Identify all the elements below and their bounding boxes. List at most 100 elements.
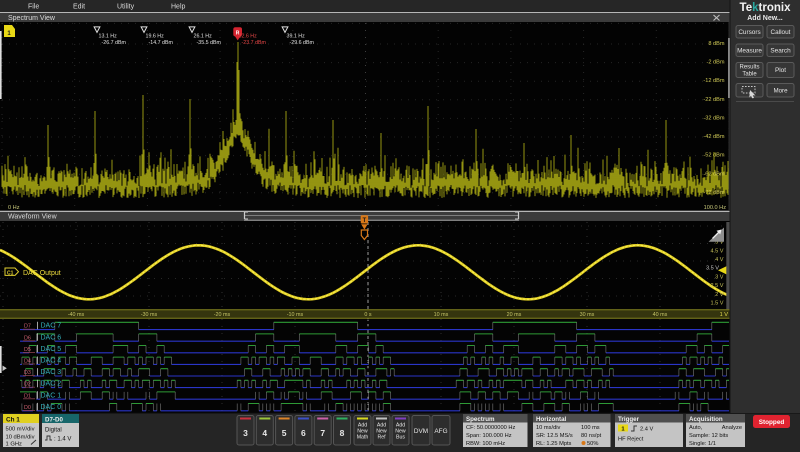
svg-text:2.4 V: 2.4 V xyxy=(640,427,653,433)
svg-text:10 ms/div: 10 ms/div xyxy=(536,425,560,431)
svg-text:CF: 50.0000000 Hz: CF: 50.0000000 Hz xyxy=(466,425,515,431)
svg-text:: 1.4 V: : 1.4 V xyxy=(54,437,71,443)
svg-text:RL: 1.25 Mpts: RL: 1.25 Mpts xyxy=(536,441,572,447)
svg-text:8 dBm: 8 dBm xyxy=(708,41,725,47)
svg-text:10 ms: 10 ms xyxy=(434,312,449,318)
svg-text:Results: Results xyxy=(739,65,759,71)
svg-text:Waveform View: Waveform View xyxy=(8,214,58,221)
svg-text:19.6 Hz: 19.6 Hz xyxy=(146,34,165,40)
svg-text:Digital: Digital xyxy=(45,428,62,434)
svg-text:6: 6 xyxy=(301,428,306,438)
svg-text:DAC 6: DAC 6 xyxy=(41,334,62,341)
svg-text:-35.5 dBm: -35.5 dBm xyxy=(197,40,222,46)
svg-text:-26.7 dBm: -26.7 dBm xyxy=(102,40,127,46)
svg-text:Acquisition: Acquisition xyxy=(689,416,723,423)
svg-text:0 Hz: 0 Hz xyxy=(8,205,20,211)
svg-text:DAC 0: DAC 0 xyxy=(41,404,62,411)
svg-text:Help: Help xyxy=(171,4,186,11)
svg-text:RBW: 100 mHz: RBW: 100 mHz xyxy=(466,441,505,447)
svg-text:Utility: Utility xyxy=(117,4,135,11)
svg-text:-14.7 dBm: -14.7 dBm xyxy=(149,40,174,46)
svg-text:-30 ms: -30 ms xyxy=(141,312,158,318)
svg-text:File: File xyxy=(28,4,39,11)
svg-text:-20 ms: -20 ms xyxy=(214,312,231,318)
svg-text:Ref: Ref xyxy=(377,435,386,441)
svg-text:20 ms: 20 ms xyxy=(507,312,522,318)
svg-text:SR: 12.5 MS/s: SR: 12.5 MS/s xyxy=(536,433,573,439)
svg-text:26.1 Hz: 26.1 Hz xyxy=(194,34,213,40)
svg-text:C1: C1 xyxy=(7,270,14,276)
svg-text:1.5 V: 1.5 V xyxy=(710,301,723,307)
svg-text:-42 dBm: -42 dBm xyxy=(703,134,724,140)
svg-text:-23.7 dBm: -23.7 dBm xyxy=(242,40,267,46)
svg-text:HF Reject: HF Reject xyxy=(618,437,644,443)
svg-text:4.5 V: 4.5 V xyxy=(710,248,723,254)
svg-text:30 ms: 30 ms xyxy=(580,312,595,318)
svg-text:80 ns/pt: 80 ns/pt xyxy=(581,433,602,439)
svg-text:DAC 1: DAC 1 xyxy=(41,392,62,399)
svg-text:3 V: 3 V xyxy=(715,274,724,280)
svg-text:Sample: 12 bits: Sample: 12 bits xyxy=(689,433,728,439)
svg-text:-72 dBm: -72 dBm xyxy=(703,190,724,196)
svg-text:Edit: Edit xyxy=(73,4,85,11)
svg-text:DAC 5: DAC 5 xyxy=(41,346,62,353)
svg-text:Bus: Bus xyxy=(396,435,405,441)
svg-text:Analyze: Analyze xyxy=(722,425,742,431)
svg-text:0 s: 0 s xyxy=(364,312,371,318)
svg-text:Tektronix: Tektronix xyxy=(740,2,792,14)
svg-text:Trigger: Trigger xyxy=(618,416,640,423)
svg-text:DAC 3: DAC 3 xyxy=(41,369,62,376)
svg-text:Span: 100.000 Hz: Span: 100.000 Hz xyxy=(466,433,512,439)
svg-text:Plot: Plot xyxy=(775,67,786,74)
svg-text:100.0 Hz: 100.0 Hz xyxy=(704,205,727,211)
svg-text:More: More xyxy=(773,87,788,94)
svg-text:500 mV/div: 500 mV/div xyxy=(6,427,35,433)
svg-text:4 V: 4 V xyxy=(715,257,724,263)
svg-text:2.5 V: 2.5 V xyxy=(710,283,723,289)
svg-text:Math: Math xyxy=(357,435,369,441)
svg-text:AFG: AFG xyxy=(434,428,447,435)
svg-text:-22 dBm: -22 dBm xyxy=(703,97,724,103)
svg-text:13.1 Hz: 13.1 Hz xyxy=(99,34,118,40)
svg-text:10 dBm/div: 10 dBm/div xyxy=(6,435,35,441)
svg-text:DAC 4: DAC 4 xyxy=(41,358,62,365)
svg-text:Auto,: Auto, xyxy=(689,425,703,431)
svg-text:2 V: 2 V xyxy=(715,292,724,298)
svg-text:Horizontal: Horizontal xyxy=(536,416,567,423)
svg-text:-12 dBm: -12 dBm xyxy=(703,78,724,84)
svg-text:Table: Table xyxy=(742,72,757,78)
svg-text:-52 dBm: -52 dBm xyxy=(703,153,724,159)
svg-text:32.6 Hz: 32.6 Hz xyxy=(239,34,258,40)
svg-text:1 GHz: 1 GHz xyxy=(6,442,23,448)
svg-text:-40 ms: -40 ms xyxy=(68,312,85,318)
svg-text:Single: 1/1: Single: 1/1 xyxy=(689,441,716,447)
svg-text:1 V: 1 V xyxy=(720,312,729,318)
svg-text:Ch 1: Ch 1 xyxy=(6,416,20,423)
svg-text:-2 dBm: -2 dBm xyxy=(706,60,724,66)
svg-text:-29.6 dBm: -29.6 dBm xyxy=(290,40,315,46)
svg-text:Add New...: Add New... xyxy=(747,15,783,22)
svg-text:100 ms: 100 ms xyxy=(581,425,600,431)
svg-text:DAC Output: DAC Output xyxy=(23,270,61,277)
svg-text:3: 3 xyxy=(243,428,248,438)
svg-text:Measure: Measure xyxy=(737,48,762,55)
svg-text:-10 ms: -10 ms xyxy=(287,312,304,318)
svg-text:-62 dBm: -62 dBm xyxy=(703,171,724,177)
svg-text:3.5 V: 3.5 V xyxy=(706,266,719,272)
svg-text:T: T xyxy=(363,217,367,224)
svg-text:5: 5 xyxy=(282,428,287,438)
svg-text:Spectrum View: Spectrum View xyxy=(8,15,56,22)
svg-text:Spectrum: Spectrum xyxy=(466,416,495,423)
svg-text:DVM: DVM xyxy=(414,428,428,435)
svg-text:D7-D0: D7-D0 xyxy=(45,416,63,423)
svg-text:DAC 2: DAC 2 xyxy=(41,381,62,388)
svg-text:8: 8 xyxy=(340,428,345,438)
svg-text:Search: Search xyxy=(770,48,791,55)
svg-text:50%: 50% xyxy=(587,441,598,447)
svg-text:39.1 Hz: 39.1 Hz xyxy=(287,34,306,40)
svg-text:4: 4 xyxy=(262,428,267,438)
svg-text:7: 7 xyxy=(320,428,325,438)
svg-text:40 ms: 40 ms xyxy=(653,312,668,318)
svg-text:Callout: Callout xyxy=(771,29,791,36)
svg-text:-32 dBm: -32 dBm xyxy=(703,115,724,121)
